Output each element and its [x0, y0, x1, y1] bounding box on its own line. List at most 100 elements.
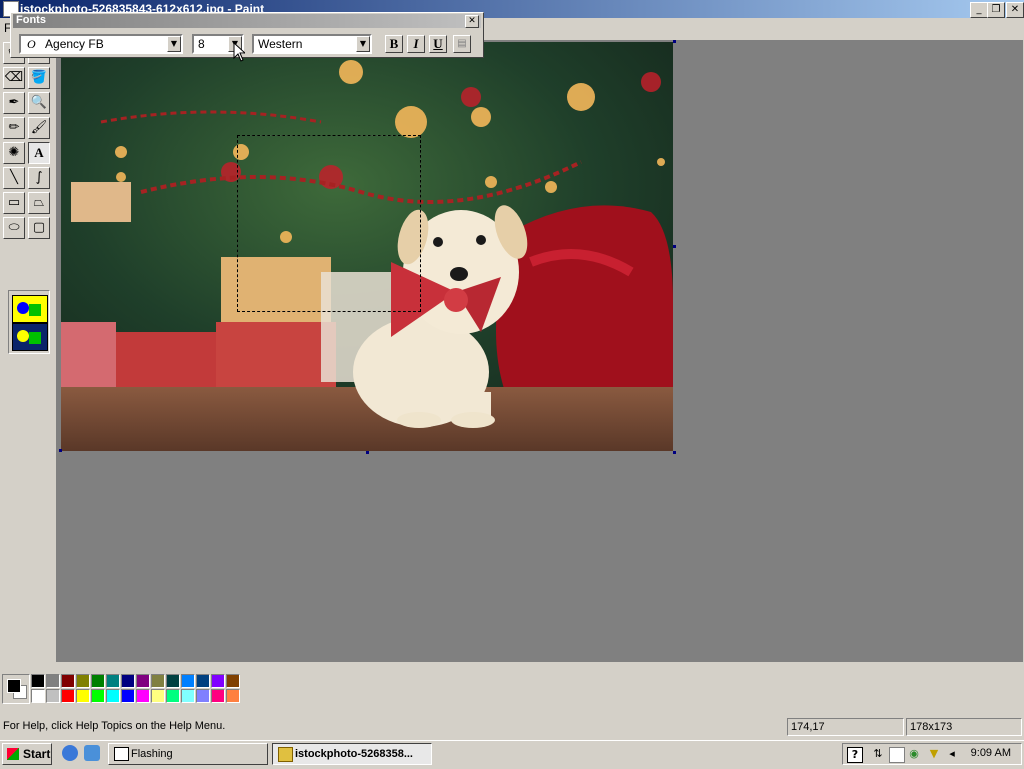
- curve-tool[interactable]: ∫: [28, 167, 50, 189]
- toolbox: ⬠⬚⌫🪣✒🔍✏🖌✺A╲∫▭⏢⬭▢: [0, 40, 57, 662]
- speaker-icon[interactable]: ◂: [945, 747, 959, 761]
- mouse-cursor-icon: [233, 42, 245, 62]
- color-swatch[interactable]: [211, 689, 225, 703]
- show-desktop-icon[interactable]: [84, 745, 100, 761]
- polygon-tool[interactable]: ⏢: [28, 192, 50, 214]
- volume-icon[interactable]: ⇅: [871, 747, 885, 761]
- color-swatch[interactable]: [151, 689, 165, 703]
- ellipse-tool[interactable]: ⬭: [3, 217, 25, 239]
- brush-tool[interactable]: 🖌: [28, 117, 50, 139]
- color-swatch[interactable]: [91, 689, 105, 703]
- bold-button[interactable]: B: [385, 35, 403, 53]
- security-shield-icon[interactable]: ◉: [907, 747, 921, 761]
- color-swatch[interactable]: [106, 689, 120, 703]
- foreground-color-swatch[interactable]: [7, 679, 21, 693]
- color-swatch[interactable]: [31, 674, 45, 688]
- color-swatch[interactable]: [46, 674, 60, 688]
- minimize-button[interactable]: _: [970, 2, 988, 18]
- line-tool[interactable]: ╲: [3, 167, 25, 189]
- color-swatch[interactable]: [61, 689, 75, 703]
- underline-button[interactable]: U: [429, 35, 447, 53]
- taskbar-item-paint[interactable]: istockphoto-5268358...: [272, 743, 432, 765]
- color-swatch[interactable]: [226, 674, 240, 688]
- help-icon[interactable]: ?: [847, 747, 863, 763]
- font-script-value: Western: [258, 37, 303, 51]
- tool-options-panel: [8, 290, 50, 354]
- resize-handle-top-right[interactable]: [673, 40, 676, 43]
- close-button[interactable]: ✕: [1006, 2, 1024, 18]
- color-swatch[interactable]: [151, 674, 165, 688]
- color-swatch[interactable]: [136, 674, 150, 688]
- font-size-value: 8: [198, 37, 205, 51]
- fonts-toolbar-title: Fonts: [16, 14, 46, 26]
- color-swatch[interactable]: [181, 674, 195, 688]
- airbrush-tool[interactable]: ✺: [3, 142, 25, 164]
- rectangle-icon: ▭: [7, 195, 21, 210]
- status-coordinates: 174,17: [787, 718, 904, 736]
- font-script-dropdown[interactable]: Western ▼: [252, 34, 372, 54]
- color-swatch[interactable]: [121, 674, 135, 688]
- color-swatch[interactable]: [196, 689, 210, 703]
- text-icon: A: [34, 145, 44, 160]
- start-label: Start: [23, 747, 51, 761]
- color-swatch[interactable]: [31, 689, 45, 703]
- color-swatch[interactable]: [196, 674, 210, 688]
- color-swatch[interactable]: [46, 689, 60, 703]
- network-icon[interactable]: [889, 747, 905, 763]
- taskbar-item-label: Flashing: [131, 748, 173, 760]
- transparent-background-option[interactable]: [12, 323, 48, 351]
- color-swatch[interactable]: [76, 689, 90, 703]
- color-swatch[interactable]: [166, 689, 180, 703]
- color-swatch[interactable]: [136, 689, 150, 703]
- color-swatch[interactable]: [121, 689, 135, 703]
- clock[interactable]: 9:09 AM: [971, 747, 1011, 759]
- pencil-tool[interactable]: ✏: [3, 117, 25, 139]
- opentype-font-icon: O: [27, 37, 36, 51]
- system-tray: ? ⇅ ◉ ▼ ◂ 9:09 AM: [842, 743, 1022, 765]
- alert-shield-icon[interactable]: ▼: [927, 747, 941, 761]
- color-picker-icon: ✒: [8, 95, 20, 110]
- color-swatch[interactable]: [211, 674, 225, 688]
- internet-explorer-icon[interactable]: [62, 745, 78, 761]
- magnifier-tool[interactable]: 🔍: [28, 92, 50, 114]
- color-swatch[interactable]: [226, 689, 240, 703]
- fonts-toolbar-titlebar[interactable]: Fonts ✕: [13, 14, 481, 28]
- eraser-tool[interactable]: ⌫: [3, 67, 25, 89]
- fill-icon: 🪣: [30, 70, 48, 85]
- brush-icon: 🖌: [30, 120, 48, 135]
- rounded-rect-tool[interactable]: ▢: [28, 217, 50, 239]
- rectangle-tool[interactable]: ▭: [3, 192, 25, 214]
- current-colors[interactable]: [2, 674, 30, 704]
- status-selection-size: 178x173: [906, 718, 1022, 736]
- text-tool[interactable]: A: [28, 142, 50, 164]
- resize-handle-right[interactable]: [673, 245, 676, 248]
- chevron-down-icon[interactable]: ▼: [356, 36, 370, 52]
- resize-handle-bottom-left[interactable]: [59, 449, 62, 452]
- start-button[interactable]: Start: [2, 743, 52, 765]
- color-swatch[interactable]: [91, 674, 105, 688]
- color-swatch[interactable]: [181, 689, 195, 703]
- italic-button[interactable]: I: [407, 35, 425, 53]
- eraser-icon: ⌫: [4, 70, 24, 85]
- opaque-background-option[interactable]: [12, 295, 48, 323]
- vertical-text-button[interactable]: ▤: [453, 35, 471, 53]
- window-icon: [114, 747, 129, 761]
- fill-tool[interactable]: 🪣: [28, 67, 50, 89]
- color-swatch[interactable]: [61, 674, 75, 688]
- color-picker-tool[interactable]: ✒: [3, 92, 25, 114]
- restore-button[interactable]: ❐: [987, 2, 1005, 18]
- taskbar-item-flashing[interactable]: Flashing: [108, 743, 268, 765]
- color-swatch[interactable]: [106, 674, 120, 688]
- windows-logo-icon: [7, 748, 19, 760]
- curve-icon: ∫: [35, 170, 43, 185]
- fonts-toolbar: Fonts ✕ O Agency FB ▼ 8 ▼ Western ▼ B I …: [10, 12, 484, 58]
- text-selection-box[interactable]: [237, 135, 421, 312]
- color-swatch[interactable]: [76, 674, 90, 688]
- pencil-icon: ✏: [8, 120, 20, 135]
- color-swatch[interactable]: [166, 674, 180, 688]
- resize-handle-bottom-right[interactable]: [673, 451, 676, 454]
- chevron-down-icon[interactable]: ▼: [167, 36, 181, 52]
- font-name-dropdown[interactable]: O Agency FB ▼: [19, 34, 183, 54]
- fonts-close-button[interactable]: ✕: [465, 15, 479, 28]
- resize-handle-bottom[interactable]: [366, 451, 369, 454]
